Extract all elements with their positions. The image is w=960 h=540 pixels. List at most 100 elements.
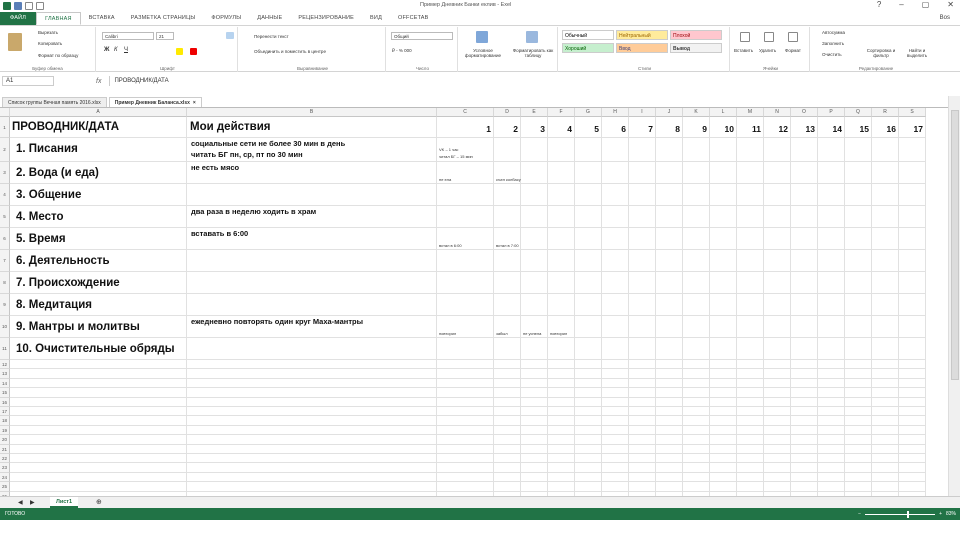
guide-name-cell[interactable]: 2. Вода (и еда)	[16, 167, 99, 179]
fill-color-icon[interactable]	[176, 48, 183, 55]
guide-name-cell[interactable]: 1. Писания	[16, 143, 78, 155]
guide-name-cell[interactable]: 5. Время	[16, 233, 66, 245]
user-name[interactable]: Bos	[940, 12, 950, 25]
log-cell[interactable]: VK – 1 час	[439, 147, 458, 152]
paste-icon[interactable]	[8, 33, 22, 51]
day-number-cell[interactable]: 6	[602, 124, 626, 134]
row-header[interactable]: 5	[0, 206, 10, 228]
log-cell[interactable]: читал БГ – 15 мин	[439, 154, 473, 159]
day-number-cell[interactable]: 1	[437, 124, 491, 134]
day-number-cell[interactable]: 15	[845, 124, 869, 134]
add-sheet-icon[interactable]: ⊕	[96, 498, 102, 506]
italic-button[interactable]: К	[114, 47, 118, 53]
underline-button[interactable]: Ч	[124, 47, 128, 53]
column-header[interactable]: H	[602, 108, 629, 117]
tab-insert[interactable]: ВСТАВКА	[81, 12, 123, 25]
row-header[interactable]: 23	[0, 463, 10, 473]
action-cell[interactable]: вставать в 6:00	[191, 229, 248, 238]
column-header[interactable]: F	[548, 108, 575, 117]
column-header[interactable]: O	[791, 108, 818, 117]
column-header[interactable]: E	[521, 108, 548, 117]
format-button[interactable]: Формат	[785, 48, 801, 53]
style-output[interactable]: Вывод	[670, 43, 722, 53]
row-header[interactable]: 1	[0, 117, 10, 138]
row-header[interactable]: 4	[0, 184, 10, 206]
doc-tab-diary[interactable]: Пример Дневник Баланса.xlsx ×	[108, 97, 202, 108]
format-table-icon[interactable]	[526, 31, 538, 43]
action-cell[interactable]: два раза в неделю ходить в храм	[191, 207, 316, 216]
day-number-cell[interactable]: 11	[737, 124, 761, 134]
column-header[interactable]: G	[575, 108, 602, 117]
row-header[interactable]: 22	[0, 454, 10, 464]
column-header[interactable]: N	[764, 108, 791, 117]
row-header[interactable]: 8	[0, 272, 10, 294]
name-box[interactable]: A1	[2, 76, 54, 86]
close-tab-icon[interactable]: ×	[193, 98, 196, 108]
row-header[interactable]: 19	[0, 425, 10, 436]
day-number-cell[interactable]: 10	[710, 124, 734, 134]
sheet-tab-list1[interactable]: Лист1	[50, 497, 78, 508]
action-cell[interactable]: ежедневно повторять один круг Маха-мантр…	[191, 317, 363, 326]
sheet-nav-prev-icon[interactable]: ◀	[18, 499, 23, 506]
fill-button[interactable]: Заполнить	[822, 41, 844, 46]
spreadsheet-grid[interactable]: A B C D E F G H I J K L M N O P Q R S 1 2 3 4 5 6 7 8 9 10 11 12 13 14 15…	[0, 108, 948, 496]
row-header[interactable]: 17	[0, 407, 10, 417]
row-header[interactable]: 10	[0, 316, 10, 338]
day-number-cell[interactable]: 3	[521, 124, 545, 134]
scrollbar-thumb[interactable]	[951, 110, 959, 380]
zoom-control[interactable]: − + 83%	[858, 508, 956, 520]
clear-button[interactable]: Очистить	[822, 52, 842, 57]
column-header[interactable]: P	[818, 108, 845, 117]
insert-button[interactable]: Вставить	[734, 48, 753, 53]
log-cell[interactable]: забыл	[496, 331, 508, 336]
formula-input[interactable]: ПРОВОДНИК/ДАТА	[109, 76, 960, 86]
row-header[interactable]: 15	[0, 388, 10, 398]
font-family-select[interactable]: Calibri	[102, 32, 154, 40]
day-number-cell[interactable]: 2	[494, 124, 518, 134]
fx-icon[interactable]: fx	[96, 78, 101, 85]
day-number-cell[interactable]: 12	[764, 124, 788, 134]
row-header[interactable]: 24	[0, 472, 10, 483]
row-header[interactable]: 13	[0, 369, 10, 379]
find-select-button[interactable]: Найти и выделить	[902, 48, 932, 58]
day-number-cell[interactable]: 16	[872, 124, 896, 134]
row-header[interactable]: 16	[0, 397, 10, 407]
column-header[interactable]: C	[437, 108, 494, 117]
day-number-cell[interactable]: 7	[629, 124, 653, 134]
tab-formulas[interactable]: ФОРМУЛЫ	[203, 12, 249, 25]
row-header[interactable]: 3	[0, 162, 10, 184]
tab-home[interactable]: ГЛАВНАЯ	[36, 12, 81, 25]
redo-icon[interactable]	[36, 2, 44, 10]
guide-name-cell[interactable]: 9. Мантры и молитвы	[16, 321, 140, 333]
sort-filter-button[interactable]: Сортировка и фильтр	[864, 48, 898, 58]
row-header[interactable]: 20	[0, 435, 10, 445]
guide-name-cell[interactable]: 7. Происхождение	[16, 277, 120, 289]
help-button[interactable]: ?	[877, 0, 881, 9]
close-button[interactable]: ✕	[947, 0, 954, 9]
cell-b1-header[interactable]: Мои действия	[190, 121, 271, 133]
tab-review[interactable]: РЕЦЕНЗИРОВАНИЕ	[290, 12, 362, 25]
format-as-table-button[interactable]: Форматировать как таблицу	[510, 48, 556, 58]
undo-icon[interactable]	[25, 2, 33, 10]
row-header[interactable]: 7	[0, 250, 10, 272]
zoom-knob[interactable]	[907, 510, 910, 518]
action-cell[interactable]: социальные сети не более 30 мин в день	[191, 139, 345, 148]
row-header[interactable]: 6	[0, 228, 10, 250]
log-cell[interactable]: встал в 7:00	[496, 243, 519, 248]
conditional-format-icon[interactable]	[476, 31, 488, 43]
column-header[interactable]: J	[656, 108, 683, 117]
delete-cells-icon[interactable]	[764, 32, 774, 42]
delete-button[interactable]: Удалить	[759, 48, 776, 53]
insert-cells-icon[interactable]	[740, 32, 750, 42]
column-header[interactable]: S	[899, 108, 926, 117]
column-header[interactable]: B	[187, 108, 437, 117]
row-header[interactable]: 18	[0, 416, 10, 426]
column-header[interactable]: A	[10, 108, 187, 117]
column-header[interactable]: R	[872, 108, 899, 117]
day-number-cell[interactable]: 13	[791, 124, 815, 134]
zoom-out-icon[interactable]: −	[858, 508, 861, 520]
minimize-button[interactable]: –	[899, 0, 903, 9]
number-format-select[interactable]: Общий	[391, 32, 453, 40]
column-header[interactable]: M	[737, 108, 764, 117]
column-header[interactable]: I	[629, 108, 656, 117]
